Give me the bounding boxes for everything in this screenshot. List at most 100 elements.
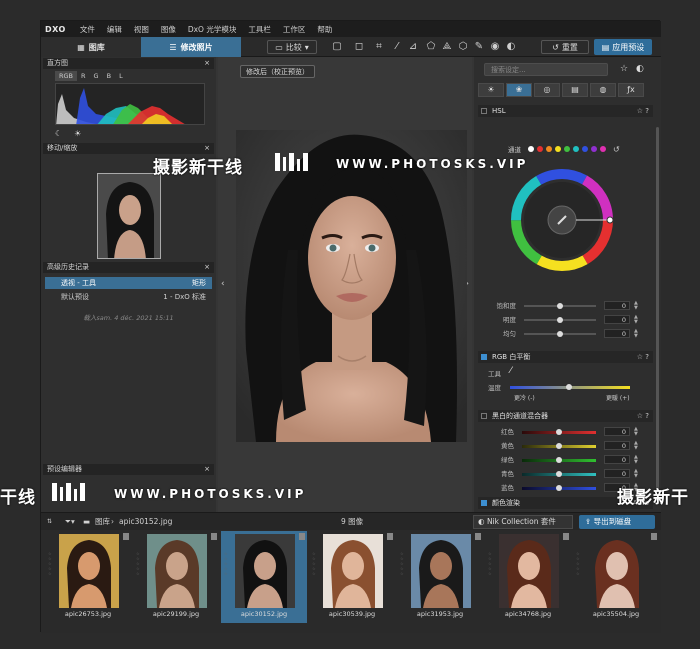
rating-stars-icon[interactable]: ☆ ☆ ☆ ☆ ☆ <box>224 551 230 591</box>
repair-icon[interactable]: ✎ <box>473 41 485 53</box>
channel-dot[interactable] <box>537 146 543 152</box>
channel-dot[interactable] <box>582 146 588 152</box>
crop-icon[interactable]: ⌗ <box>373 41 385 53</box>
section-tools-icons[interactable]: ☆ ? <box>637 351 649 363</box>
eyedropper-icon[interactable]: ⁄ <box>391 41 403 53</box>
uniformity-slider[interactable]: 均匀 0 ▲ ▼ <box>488 329 648 339</box>
hist-tab-l[interactable]: L <box>115 71 127 81</box>
breadcrumb-file[interactable]: apic30152.jpg <box>119 513 172 531</box>
rating-stars-icon[interactable]: ☆ ☆ ☆ ☆ ☆ <box>576 551 582 591</box>
eye-icon[interactable]: ◉ <box>489 41 501 53</box>
settings-search-input[interactable]: 搜索设定... <box>484 63 608 76</box>
nik-collection-button[interactable]: ◐ Nik Collection 套件 <box>473 515 573 529</box>
hist-tab-rgb[interactable]: RGB <box>55 71 78 81</box>
export-to-disk-button[interactable]: ⇪ 导出到磁盘 <box>579 515 655 529</box>
image-viewer[interactable]: 修改后（校正预览） ‹ › <box>218 57 472 512</box>
channel-dot[interactable] <box>573 146 579 152</box>
menu-file[interactable]: 文件 <box>74 24 101 35</box>
toggle-switch-icon[interactable]: ◐ <box>636 64 644 74</box>
slider-value[interactable]: 0 <box>604 469 630 478</box>
channel-dot[interactable] <box>564 146 570 152</box>
bw-mixer-section-header[interactable]: 黑白的通道混合器 ☆ ? <box>478 410 653 422</box>
temperature-slider-knob[interactable] <box>566 384 572 390</box>
tab-library[interactable]: ▦ 图库 <box>41 37 141 57</box>
palette-tab-detail[interactable]: ◎ <box>534 83 560 97</box>
menu-toolbar[interactable]: 工具栏 <box>242 24 277 35</box>
close-icon[interactable]: × <box>204 262 210 273</box>
hsl-enable-checkbox[interactable] <box>481 108 487 114</box>
channel-dot[interactable] <box>546 146 552 152</box>
slider-knob[interactable] <box>557 317 563 323</box>
close-icon[interactable]: × <box>204 58 210 69</box>
slider-value[interactable]: 0 <box>604 427 630 436</box>
slider-knob[interactable] <box>556 471 562 477</box>
spinner-icon[interactable]: ▲▼ <box>634 301 638 311</box>
history-header[interactable]: 高级历史记录 × <box>43 262 214 273</box>
local-adjust-icon[interactable]: ⟁ <box>441 41 453 53</box>
rating-stars-icon[interactable]: ☆ ☆ ☆ ☆ ☆ <box>312 551 318 591</box>
spinner-icon[interactable]: ▲▼ <box>634 427 638 437</box>
palette-tab-light[interactable]: ☀ <box>478 83 504 97</box>
white-balance-section-header[interactable]: RGB 白平衡 ☆ ? <box>478 351 653 363</box>
spinner-icon[interactable]: ▲▼ <box>634 469 638 479</box>
apply-preset-button[interactable]: ▤ 应用预设 <box>594 39 652 55</box>
filter-icon[interactable]: ⏷▾ <box>65 513 75 531</box>
palette-tab-effects[interactable]: ƒx <box>618 83 644 97</box>
breadcrumb-folder[interactable]: 图库 <box>95 513 110 531</box>
reset-button[interactable]: ↺ 重置 <box>541 40 589 54</box>
perspective-icon[interactable]: ⬠ <box>425 41 437 53</box>
menu-view[interactable]: 视图 <box>128 24 155 35</box>
section-tools-icons[interactable]: ☆ ? <box>637 410 649 422</box>
single-view-icon[interactable]: ◻ <box>353 41 365 53</box>
shape-icon[interactable]: ⬡ <box>457 41 469 53</box>
hist-tab-r[interactable]: R <box>77 71 90 81</box>
channel-dot[interactable] <box>591 146 597 152</box>
hist-tab-b[interactable]: B <box>103 71 115 81</box>
spinner-icon[interactable]: ▲▼ <box>634 455 638 465</box>
slider-knob[interactable] <box>557 331 563 337</box>
menu-help[interactable]: 帮助 <box>311 24 338 35</box>
compare-button[interactable]: ▭ 比较 ▾ <box>267 40 317 54</box>
bw-mixer-slider[interactable]: 绿色 0 ▲ ▼ <box>488 455 648 465</box>
history-item[interactable]: 默认预设 1 - DxO 标准 <box>45 291 212 303</box>
history-item[interactable]: 透视 - 工具 矩形 <box>45 277 212 289</box>
preset-editor-header[interactable]: 预设编辑器 × <box>43 464 214 475</box>
rating-stars-icon[interactable]: ☆ ☆ ☆ ☆ ☆ <box>400 551 406 591</box>
color-rendering-checkbox[interactable] <box>481 500 487 506</box>
reset-channel-icon[interactable]: ↺ <box>613 145 620 154</box>
hist-tab-g[interactable]: G <box>90 71 103 81</box>
rating-stars-icon[interactable]: ☆ ☆ ☆ ☆ ☆ <box>48 551 54 591</box>
filmstrip-thumbnail[interactable]: ☆ ☆ ☆ ☆ ☆ apic31953.jpg <box>397 531 483 623</box>
sun-icon[interactable]: ☀ <box>74 129 81 138</box>
slider-value[interactable]: 0 <box>604 301 630 310</box>
menu-workspace[interactable]: 工作区 <box>277 24 312 35</box>
slider-knob[interactable] <box>556 429 562 435</box>
hsl-section-header[interactable]: HSL ☆ ? <box>478 105 653 117</box>
slider-value[interactable]: 0 <box>604 329 630 338</box>
histogram-header[interactable]: 直方图 × <box>43 58 214 69</box>
hsl-color-wheel[interactable] <box>509 167 615 273</box>
slider-knob[interactable] <box>557 303 563 309</box>
filmstrip-thumbnail[interactable]: ☆ ☆ ☆ ☆ ☆ apic34768.jpg <box>485 531 571 623</box>
palette-tab-geometry[interactable]: ▤ <box>562 83 588 97</box>
moon-icon[interactable]: ☾ <box>55 129 62 138</box>
slider-value[interactable]: 0 <box>604 455 630 464</box>
spinner-icon[interactable]: ▲▼ <box>634 441 638 451</box>
fit-icon[interactable]: ▢ <box>331 41 343 53</box>
rating-stars-icon[interactable]: ☆ ☆ ☆ ☆ ☆ <box>136 551 142 591</box>
bw-mixer-slider[interactable]: 青色 0 ▲ ▼ <box>488 469 648 479</box>
spinner-icon[interactable]: ▲▼ <box>634 329 638 339</box>
toggle-icon[interactable]: ◐ <box>505 41 517 53</box>
menu-optics-modules[interactable]: DxO 光学模块 <box>182 24 243 35</box>
horizon-icon[interactable]: ⊿ <box>407 41 419 53</box>
menu-edit[interactable]: 编辑 <box>101 24 128 35</box>
slider-value[interactable]: 0 <box>604 315 630 324</box>
palette-tab-local[interactable]: ◍ <box>590 83 616 97</box>
bw-mixer-slider[interactable]: 红色 0 ▲ ▼ <box>488 427 648 437</box>
slider-knob[interactable] <box>556 443 562 449</box>
chevron-left-icon[interactable]: ‹ <box>221 279 225 289</box>
bw-enable-checkbox[interactable] <box>481 413 487 419</box>
spinner-icon[interactable]: ▲▼ <box>634 315 638 325</box>
channel-dot[interactable] <box>555 146 561 152</box>
slider-knob[interactable] <box>556 485 562 491</box>
